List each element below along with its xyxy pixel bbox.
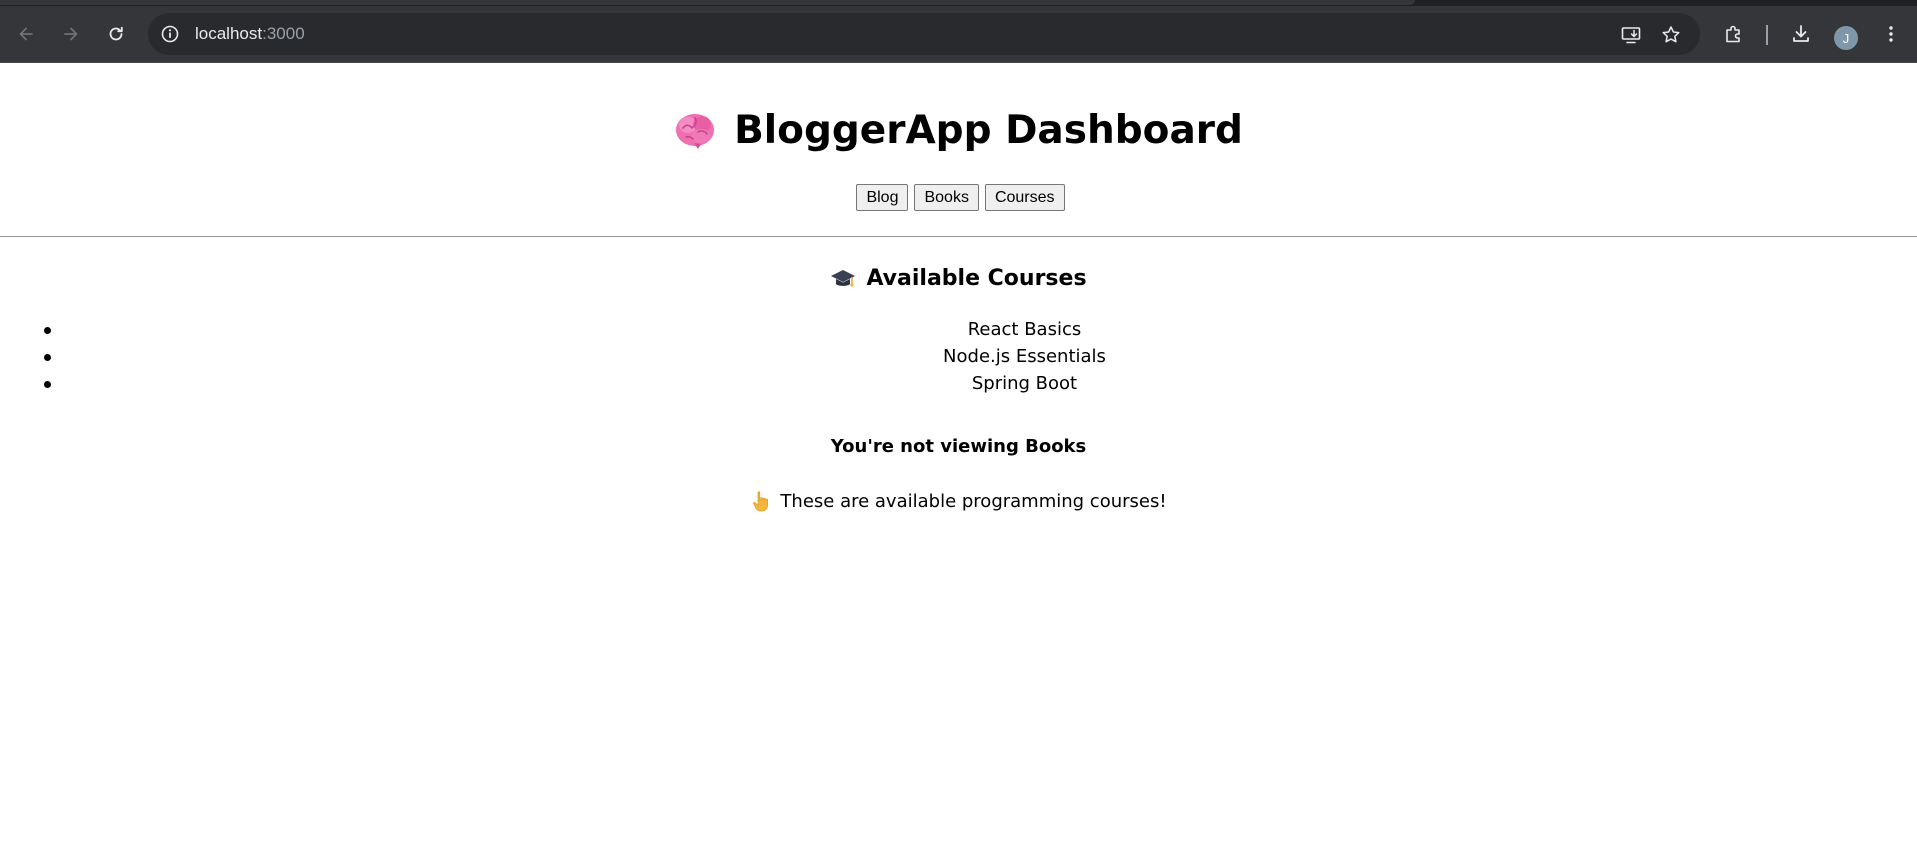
url-port: :3000 — [262, 24, 305, 43]
course-list: React Basics Node.js Essentials Spring B… — [0, 316, 1917, 397]
courses-button[interactable]: Courses — [984, 184, 1065, 211]
active-tab-edge[interactable] — [0, 0, 1415, 5]
list-item: Node.js Essentials — [0, 343, 1917, 370]
course-label: Spring Boot — [971, 373, 1078, 394]
forward-arrow-icon — [64, 27, 78, 41]
bullet — [44, 381, 51, 388]
courses-heading-text: Available Courses — [866, 265, 1087, 291]
reload-button[interactable] — [102, 20, 130, 48]
extensions-button[interactable] — [1720, 20, 1748, 48]
brain-icon — [676, 114, 715, 149]
page-title: BloggerApp Dashboard — [674, 108, 1243, 153]
list-item: Spring Boot — [0, 370, 1917, 397]
url-host: localhost — [195, 24, 263, 43]
back-arrow-icon — [19, 27, 33, 41]
course-label: Node.js Essentials — [943, 346, 1106, 367]
browser-toolbar: localhost:3000 J — [0, 6, 1917, 63]
blog-button[interactable]: Blog — [856, 184, 909, 211]
forward-button[interactable] — [57, 20, 85, 48]
browser-chrome: localhost:3000 J — [0, 0, 1917, 63]
reload-icon — [109, 26, 123, 41]
puzzle-piece-icon — [1726, 25, 1740, 43]
page-content: BloggerApp Dashboard Blog Books Courses … — [0, 63, 1917, 848]
toolbar-divider — [1766, 25, 1768, 45]
books-notice: You're not viewing Books — [830, 436, 1087, 457]
downloads-button[interactable] — [1787, 20, 1815, 48]
url-text[interactable]: localhost:3000 — [195, 24, 305, 44]
pointing-up-hand-icon — [753, 491, 769, 512]
page-title-text: BloggerApp Dashboard — [734, 107, 1243, 153]
install-app-icon — [1621, 27, 1641, 44]
header-divider — [0, 236, 1917, 237]
bookmark-button[interactable] — [1660, 24, 1682, 46]
address-bar[interactable]: localhost:3000 — [148, 13, 1700, 55]
courses-heading: Available Courses — [830, 265, 1087, 291]
bullet — [44, 354, 51, 361]
course-label: React Basics — [967, 319, 1082, 340]
section-nav: Blog Books Courses — [0, 184, 1917, 212]
site-info-icon[interactable] — [160, 24, 180, 44]
bullet — [44, 327, 51, 334]
courses-note-text: These are available programming courses! — [780, 490, 1167, 512]
header: BloggerApp Dashboard — [0, 105, 1917, 155]
courses-section-header: Available Courses — [0, 263, 1917, 293]
browser-menu-button[interactable] — [1877, 20, 1905, 48]
back-button[interactable] — [12, 20, 40, 48]
star-icon — [1662, 26, 1680, 43]
profile-avatar[interactable]: J — [1834, 26, 1858, 50]
install-app-button[interactable] — [1620, 24, 1642, 46]
graduation-cap-icon — [831, 270, 856, 287]
courses-note: These are available programming courses! — [0, 488, 1917, 514]
kebab-menu-icon — [1889, 26, 1893, 42]
list-item: React Basics — [0, 316, 1917, 343]
books-button[interactable]: Books — [914, 184, 979, 211]
download-icon — [1793, 25, 1809, 42]
